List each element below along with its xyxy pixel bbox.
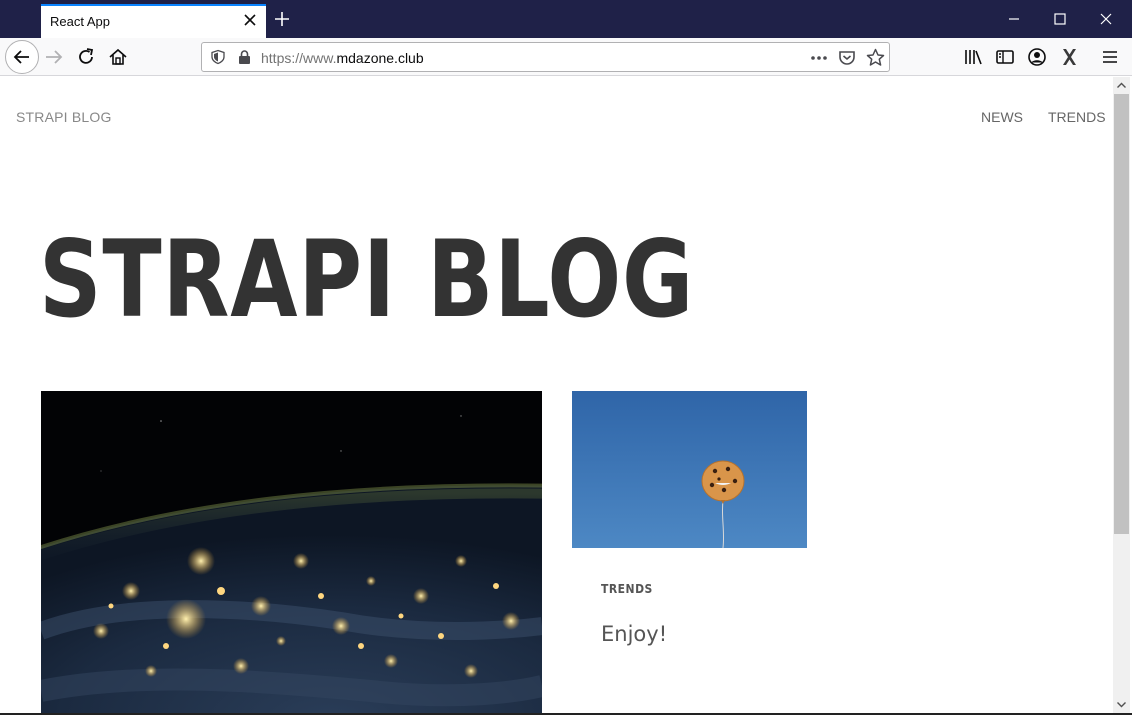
new-tab-icon[interactable] [273,10,291,28]
pocket-icon[interactable] [838,49,856,67]
sidebar-icon[interactable] [994,46,1016,68]
browser-tab[interactable]: React App [41,4,266,38]
browser-navbar: https://www.mdazone.club [0,38,1132,76]
back-icon [13,50,29,64]
shield-icon[interactable] [210,49,226,65]
url-prefix: https://www. [261,50,337,66]
card-category[interactable]: TRENDS [601,582,653,596]
page-scrollbar[interactable] [1113,77,1130,713]
article-card-image-cookie[interactable] [572,391,807,548]
library-icon[interactable] [962,46,984,68]
nav-link-trends[interactable]: TRENDS [1048,109,1106,125]
scroll-thumb[interactable] [1114,94,1129,534]
web-page: STRAPI BLOG NEWS TRENDS STRAPI BLOG TREN… [1,77,1113,715]
url-text[interactable]: https://www.mdazone.club [261,50,424,66]
back-button[interactable] [5,40,39,74]
scroll-down-icon[interactable] [1116,699,1127,710]
card-title[interactable]: Enjoy! [601,622,667,646]
extension-x-icon[interactable] [1058,46,1080,68]
hero-title: STRAPI BLOG [39,218,695,341]
more-icon[interactable] [809,51,829,65]
scroll-up-icon[interactable] [1116,80,1127,91]
tab-title: React App [50,14,110,29]
star-icon[interactable] [866,48,885,67]
browser-titlebar: React App [0,0,1132,38]
earth-night-image [41,391,542,715]
lock-icon[interactable] [237,49,252,65]
nav-link-news[interactable]: NEWS [981,109,1023,125]
forward-icon[interactable] [43,46,65,68]
window-close-icon[interactable] [1095,8,1117,30]
maximize-icon[interactable] [1049,8,1071,30]
site-brand-link[interactable]: STRAPI BLOG [16,109,112,125]
url-bar[interactable]: https://www.mdazone.club [201,42,890,72]
minimize-icon[interactable] [1003,8,1025,30]
reload-icon[interactable] [75,46,97,68]
url-domain: mdazone.club [336,50,424,66]
article-card-image-earth[interactable] [41,391,542,715]
account-icon[interactable] [1026,46,1048,68]
menu-icon[interactable] [1099,46,1121,68]
cookie-balloon-image [572,391,807,548]
home-icon[interactable] [107,46,129,68]
tab-close-icon[interactable] [242,12,258,28]
